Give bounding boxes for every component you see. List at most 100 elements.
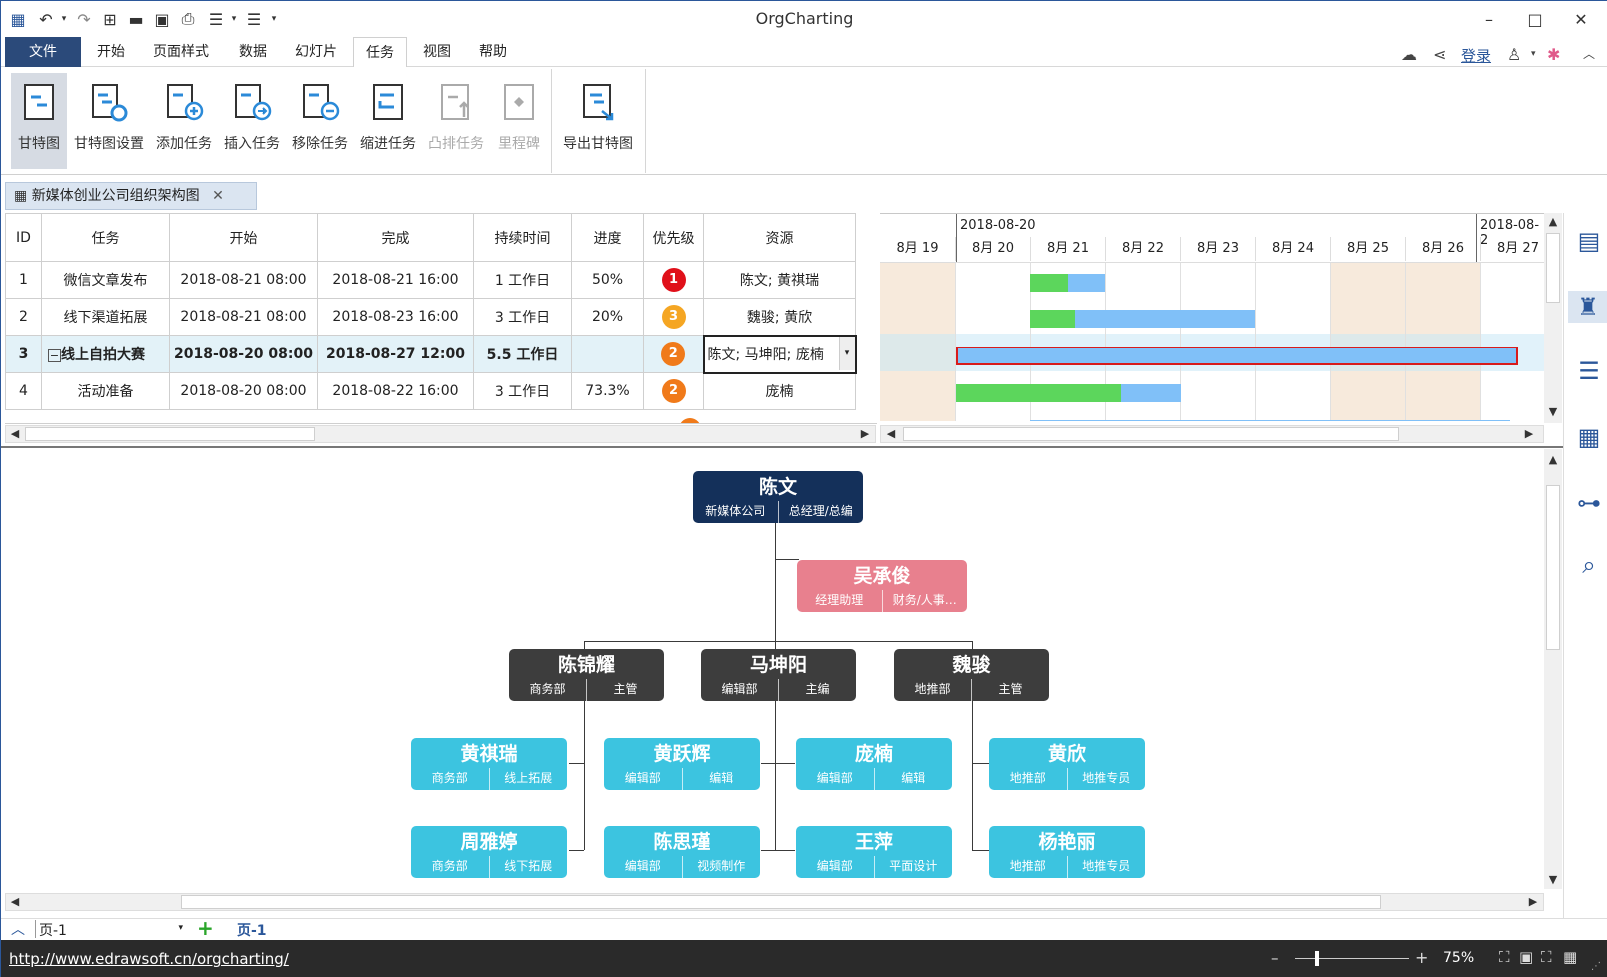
col-header-progress[interactable]: 进度: [571, 213, 644, 262]
page-nav-up-icon[interactable]: ︿: [11, 919, 25, 939]
org-node-staff[interactable]: 周雅婷 商务部 线下拓展: [411, 826, 567, 878]
scroll-down-icon[interactable]: ▼: [1545, 873, 1561, 886]
task-2-remaining-bar[interactable]: [1075, 310, 1255, 328]
org-node-assistant[interactable]: 吴承俊 经理助理 财务/人事…: [797, 560, 967, 612]
table-row[interactable]: 4 活动准备 2018-08-20 08:00 2018-08-22 16:00…: [5, 372, 856, 410]
org-node-manager[interactable]: 马坤阳 编辑部 主编: [701, 649, 856, 701]
task-2-progress-bar[interactable]: [1030, 310, 1075, 328]
canvas-vscroll-thumb[interactable]: [1546, 485, 1560, 650]
page-selector-dropdown-icon[interactable]: ▾: [178, 923, 183, 933]
cell-resource[interactable]: 魏骏; 黄欣: [703, 298, 856, 336]
cell-duration[interactable]: 1 工作日: [473, 261, 572, 299]
resize-grip-icon[interactable]: ⋰: [1591, 961, 1601, 972]
task-4-progress-bar[interactable]: [956, 384, 1121, 402]
cell-id[interactable]: 4: [5, 372, 42, 410]
scroll-left-icon[interactable]: ◀: [883, 427, 899, 440]
login-link[interactable]: 登录: [1461, 45, 1491, 66]
col-header-id[interactable]: ID: [5, 213, 42, 262]
share-icon[interactable]: ⋖: [1433, 45, 1446, 64]
cell-id[interactable]: 3: [5, 335, 42, 373]
theme-icon[interactable]: ♙: [1507, 45, 1521, 64]
cell-priority[interactable]: 1: [643, 261, 704, 299]
app-plugin-icon[interactable]: ✱: [1547, 45, 1560, 64]
task-3-summary-bar[interactable]: [956, 347, 1518, 365]
task-1-progress-bar[interactable]: [1030, 274, 1068, 292]
cell-id[interactable]: 1: [5, 261, 42, 299]
maximize-icon[interactable]: □: [1515, 6, 1555, 32]
gantt-hscroll-thumb[interactable]: [903, 427, 1399, 441]
org-node-staff[interactable]: 陈思瑾 编辑部 视频制作: [604, 826, 760, 878]
contact-card-icon[interactable]: ▤: [1573, 225, 1605, 257]
task-1-remaining-bar[interactable]: [1068, 274, 1105, 292]
outdent-task-button[interactable]: 凸排任务: [425, 73, 487, 169]
document-tab[interactable]: ▦ 新媒体创业公司组织架构图 ✕: [5, 182, 257, 210]
cell-end[interactable]: 2018-08-23 16:00: [317, 298, 474, 336]
fit-width-icon[interactable]: ▣: [1519, 948, 1533, 966]
zoom-level[interactable]: 75%: [1443, 950, 1474, 966]
page-selector[interactable]: 页-1 ▾: [35, 920, 185, 939]
cell-duration[interactable]: 5.5 工作日: [473, 335, 572, 373]
org-node-staff[interactable]: 黄祺瑞 商务部 线上拓展: [411, 738, 567, 790]
zoom-slider-handle[interactable]: [1315, 951, 1319, 966]
menu-file[interactable]: 文件: [5, 37, 81, 67]
col-header-start[interactable]: 开始: [169, 213, 318, 262]
org-node-manager[interactable]: 陈锦耀 商务部 主管: [509, 649, 664, 701]
cell-progress[interactable]: [571, 335, 644, 373]
scroll-up-icon[interactable]: ▲: [1545, 215, 1561, 228]
scroll-right-icon[interactable]: ▶: [1525, 895, 1541, 908]
list-icon[interactable]: ☰: [1573, 355, 1605, 387]
menu-page-style[interactable]: 页面样式: [141, 37, 221, 67]
canvas-hscroll-thumb[interactable]: [181, 895, 1381, 909]
org-node-staff[interactable]: 王萍 编辑部 平面设计: [796, 826, 952, 878]
gantt-settings-button[interactable]: 甘特图设置: [71, 73, 147, 169]
splitter[interactable]: [1, 446, 1563, 448]
scroll-up-icon[interactable]: ▲: [1545, 453, 1561, 466]
menu-view[interactable]: 视图: [411, 37, 463, 67]
cell-progress[interactable]: 50%: [571, 261, 644, 299]
scroll-right-icon[interactable]: ▶: [857, 427, 873, 440]
scroll-down-icon[interactable]: ▼: [1545, 405, 1561, 418]
add-page-icon[interactable]: +: [197, 916, 214, 940]
col-header-end[interactable]: 完成: [317, 213, 474, 262]
insert-task-button[interactable]: 插入任务: [221, 73, 283, 169]
cell-progress[interactable]: 73.3%: [571, 372, 644, 410]
cell-start[interactable]: 2018-08-20 08:00: [169, 335, 318, 373]
org-node-staff[interactable]: 杨艳丽 地推部 地推专员: [989, 826, 1145, 878]
theme-dropdown-icon[interactable]: ▾: [1531, 49, 1536, 59]
cell-resource[interactable]: 陈文; 黄祺瑞: [703, 261, 856, 299]
cell-priority[interactable]: 2: [643, 372, 704, 410]
indent-task-button[interactable]: 缩进任务: [357, 73, 419, 169]
cell-end[interactable]: 2018-08-21 16:00: [317, 261, 474, 299]
cell-duration[interactable]: 3 工作日: [473, 372, 572, 410]
cell-resource[interactable]: 庞楠: [703, 372, 856, 410]
cell-task[interactable]: 微信文章发布: [41, 261, 170, 299]
org-node-ceo[interactable]: 陈文 新媒体公司 总经理/总编: [693, 471, 863, 523]
zoom-out-icon[interactable]: –: [1271, 949, 1279, 967]
minimize-icon[interactable]: –: [1469, 6, 1509, 32]
org-node-staff[interactable]: 庞楠 编辑部 编辑: [796, 738, 952, 790]
cell-task[interactable]: 活动准备: [41, 372, 170, 410]
add-task-button[interactable]: 添加任务: [153, 73, 215, 169]
gantt-vscroll-thumb[interactable]: [1546, 233, 1560, 303]
collapse-ribbon-icon[interactable]: ︿: [1583, 45, 1595, 62]
scroll-left-icon[interactable]: ◀: [7, 895, 23, 908]
cell-task[interactable]: − 线上自拍大赛: [41, 335, 170, 373]
cell-end[interactable]: 2018-08-22 16:00: [317, 372, 474, 410]
gantt-button[interactable]: 甘特图: [11, 73, 67, 169]
org-node-manager[interactable]: 魏骏 地推部 主管: [894, 649, 1049, 701]
cell-start[interactable]: 2018-08-21 08:00: [169, 261, 318, 299]
col-header-duration[interactable]: 持续时间: [473, 213, 572, 262]
cell-progress[interactable]: 20%: [571, 298, 644, 336]
grid-view-icon[interactable]: ▦: [1563, 948, 1577, 966]
zoom-in-icon[interactable]: +: [1415, 948, 1428, 967]
cell-end[interactable]: 2018-08-27 12:00: [317, 335, 474, 373]
table-row-selected[interactable]: 3 − 线上自拍大赛 2018-08-20 08:00 2018-08-27 12…: [5, 334, 857, 374]
col-header-priority[interactable]: 优先级: [643, 213, 704, 262]
cell-task[interactable]: 线下渠道拓展: [41, 298, 170, 336]
export-gantt-button[interactable]: 导出甘特图: [559, 73, 637, 169]
cell-resource-editor[interactable]: 陈文; 马坤阳; 庞楠 ▾: [702, 334, 857, 374]
scroll-left-icon[interactable]: ◀: [7, 427, 23, 440]
cell-priority[interactable]: 2: [643, 335, 704, 373]
milestone-button[interactable]: 里程碑: [493, 73, 545, 169]
search-list-icon[interactable]: ⌕: [1573, 549, 1605, 581]
